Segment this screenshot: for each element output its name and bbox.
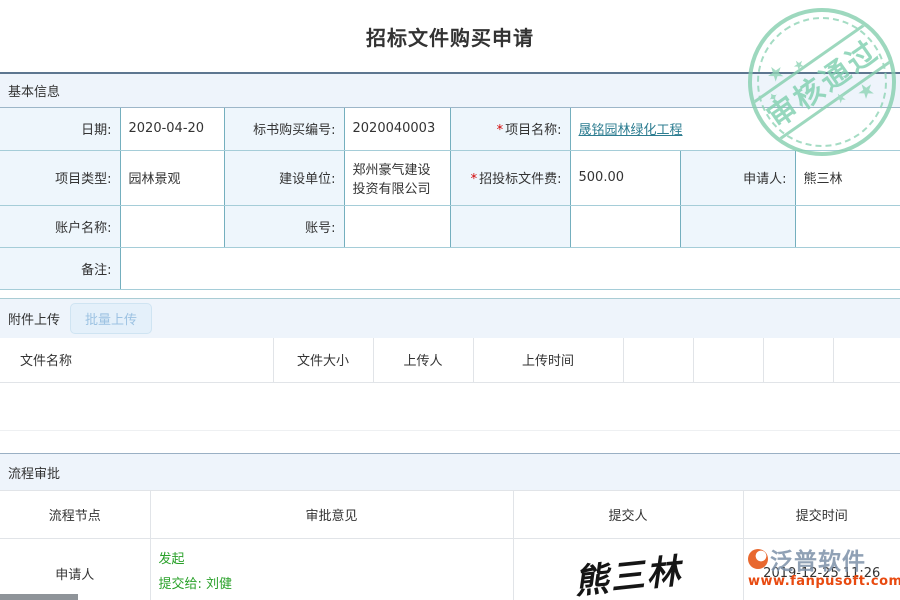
project-name-label: *项目名称: — [450, 108, 570, 150]
approval-opinion-submit-to: 提交给: 刘健 — [159, 573, 507, 598]
approval-data-row: 申请人 发起 提交给: 刘健 熊三林 2019-12-25 11:26 — [0, 538, 900, 600]
page-title: 招标文件购买申请 — [366, 22, 534, 51]
basic-info-table: 日期: 2020-04-20 标书购买编号: 2020040003 *项目名称:… — [0, 108, 900, 290]
approval-node-value: 申请人 — [0, 538, 150, 600]
title-bar: 招标文件购买申请 — [0, 0, 900, 72]
approval-header-submit-time: 提交时间 — [743, 491, 900, 538]
approval-header-opinion: 审批意见 — [150, 491, 513, 538]
applicant-value: 熊三林 — [795, 150, 900, 205]
project-name-cell: 晟铭园林绿化工程 — [570, 108, 900, 150]
project-type-value: 园林景观 — [120, 150, 224, 205]
approval-header-row: 流程节点 审批意见 提交人 提交时间 — [0, 491, 900, 538]
section-header-attachments: 附件上传 批量上传 — [0, 298, 900, 338]
approval-header-submitter: 提交人 — [513, 491, 743, 538]
approval-opinion-initiate: 发起 — [159, 548, 507, 573]
attachments-header-file-name: 文件名称 — [0, 338, 273, 383]
section-title-approval: 流程审批 — [8, 463, 60, 482]
section-title-attachments: 附件上传 — [8, 309, 60, 328]
doc-fee-value: 500.00 — [570, 150, 680, 205]
batch-upload-button[interactable]: 批量上传 — [70, 303, 152, 334]
horizontal-scrollbar-thumb[interactable] — [0, 594, 78, 600]
submitter-signature: 熊三林 — [572, 543, 685, 600]
doc-fee-label: *招投标文件费: — [450, 150, 570, 205]
account-name-value — [120, 205, 224, 247]
required-mark: * — [497, 123, 504, 138]
attachments-header-empty — [693, 338, 763, 383]
section-gap — [0, 290, 900, 298]
date-label: 日期: — [0, 108, 120, 150]
attachments-header-uploader: 上传人 — [373, 338, 473, 383]
attachments-table: 文件名称 文件大小 上传人 上传时间 — [0, 338, 900, 384]
basic-info-row-2: 项目类型: 园林景观 建设单位: 郑州豪气建设投资有限公司 *招投标文件费: 5… — [0, 150, 900, 205]
bid-document-purchase-form: 招标文件购买申请 基本信息 日期: 2020-04-20 标书购买编号: 202… — [0, 0, 900, 600]
applicant-label: 申请人: — [680, 150, 795, 205]
section-gap — [0, 431, 900, 453]
empty-label-cell — [450, 205, 570, 247]
basic-info-row-4: 备注: — [0, 247, 900, 289]
required-mark: * — [471, 172, 478, 187]
build-unit-label: 建设单位: — [224, 150, 344, 205]
project-type-label: 项目类型: — [0, 150, 120, 205]
attachments-header-empty — [833, 338, 900, 383]
attachments-header-row: 文件名称 文件大小 上传人 上传时间 — [0, 338, 900, 383]
attachments-header-upload-time: 上传时间 — [473, 338, 623, 383]
approval-submit-time-cell: 2019-12-25 11:26 — [743, 538, 900, 600]
section-title-basic-info: 基本信息 — [8, 81, 60, 100]
remark-value — [120, 247, 900, 289]
account-no-value — [344, 205, 450, 247]
approval-opinion-cell: 发起 提交给: 刘健 — [150, 538, 513, 600]
attachments-empty-body — [0, 383, 900, 431]
date-value: 2020-04-20 — [120, 108, 224, 150]
approval-table: 流程节点 审批意见 提交人 提交时间 申请人 发起 提交给: 刘健 熊三林 20… — [0, 491, 900, 600]
section-header-approval: 流程审批 — [0, 453, 900, 491]
attachments-header-empty — [623, 338, 693, 383]
bid-no-value: 2020040003 — [344, 108, 450, 150]
attachments-header-empty — [763, 338, 833, 383]
approval-signature-cell: 熊三林 — [513, 538, 743, 600]
approval-header-node: 流程节点 — [0, 491, 150, 538]
section-header-basic-info: 基本信息 — [0, 72, 900, 108]
build-unit-value: 郑州豪气建设投资有限公司 — [344, 150, 450, 205]
basic-info-row-3: 账户名称: 账号: — [0, 205, 900, 247]
account-no-label: 账号: — [224, 205, 344, 247]
empty-value-cell — [795, 205, 900, 247]
account-name-label: 账户名称: — [0, 205, 120, 247]
empty-label-cell — [680, 205, 795, 247]
empty-value-cell — [570, 205, 680, 247]
attachments-header-file-size: 文件大小 — [273, 338, 373, 383]
submit-time-value: 2019-12-25 11:26 — [763, 566, 880, 581]
bid-no-label: 标书购买编号: — [224, 108, 344, 150]
remark-label: 备注: — [0, 247, 120, 289]
basic-info-row-1: 日期: 2020-04-20 标书购买编号: 2020040003 *项目名称:… — [0, 108, 900, 150]
project-name-link[interactable]: 晟铭园林绿化工程 — [579, 123, 683, 138]
